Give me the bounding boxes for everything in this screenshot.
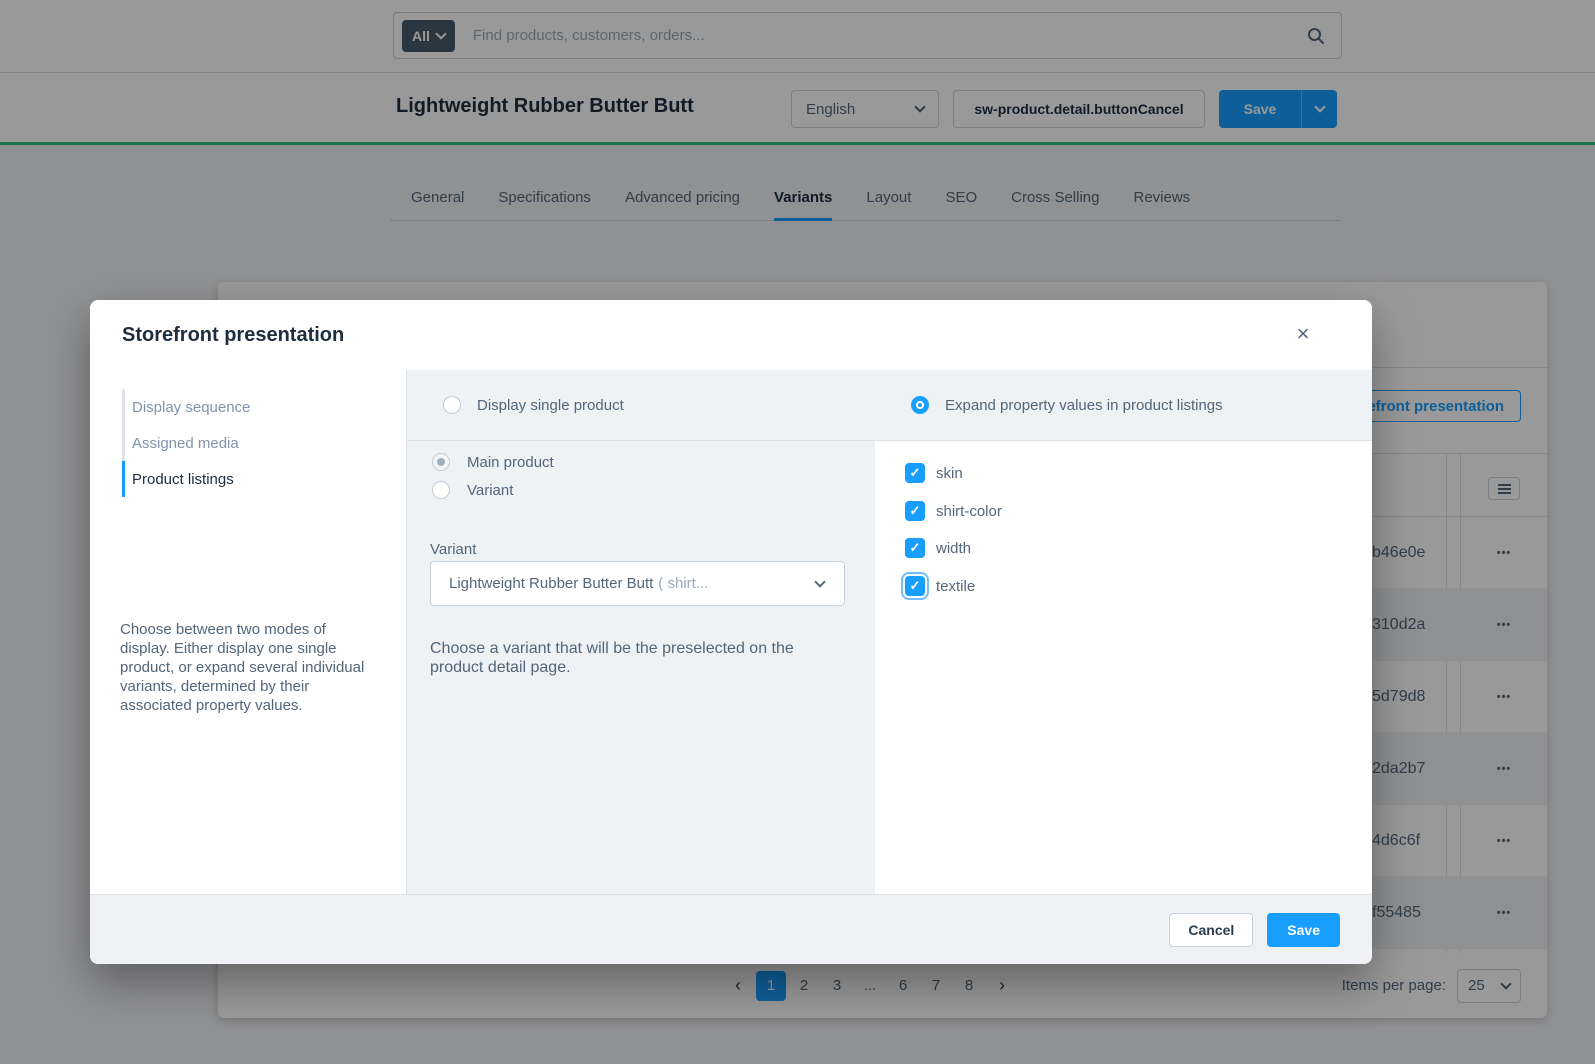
- textile-checkbox[interactable]: ✓: [905, 576, 925, 596]
- modal-sidebar: Display sequence Assigned media Product …: [90, 370, 407, 894]
- modal-sidebar-nav: Display sequence Assigned media Product …: [122, 389, 250, 497]
- expand-properties-radio[interactable]: [911, 396, 929, 414]
- variant-radio-label: Variant: [467, 482, 513, 499]
- main-product-option: Main product: [432, 453, 554, 471]
- single-product-radio[interactable]: [443, 396, 461, 414]
- storefront-presentation-modal: Storefront presentation × Display sequen…: [90, 300, 1372, 964]
- skin-checkbox[interactable]: ✓: [905, 463, 925, 483]
- modal-cancel-button[interactable]: Cancel: [1169, 913, 1253, 947]
- property-option-shirt-color: ✓ shirt-color: [905, 501, 1002, 521]
- variant-select-value: Lightweight Rubber Butter Butt: [449, 575, 653, 592]
- property-option-skin: ✓ skin: [905, 463, 963, 483]
- chevron-down-icon: [814, 576, 825, 587]
- single-product-column: Display single product Main product Vari…: [407, 370, 875, 894]
- sidebar-item-product-listings[interactable]: Product listings: [122, 461, 250, 497]
- variant-select-hint: ( shirt...: [658, 575, 708, 592]
- main-product-radio[interactable]: [432, 453, 450, 471]
- main-product-label: Main product: [467, 454, 554, 471]
- shopware-admin: All Lightweight Rubber Butter Butt Engli…: [0, 0, 1595, 1064]
- sidebar-item-assigned-media[interactable]: Assigned media: [122, 425, 250, 461]
- property-option-textile: ✓ textile: [905, 576, 975, 596]
- skin-label: skin: [936, 465, 963, 482]
- modal-save-button[interactable]: Save: [1267, 913, 1340, 947]
- expand-properties-column: Expand property values in product listin…: [875, 370, 1372, 894]
- textile-label: textile: [936, 578, 975, 595]
- mode-description: Choose between two modes of display. Eit…: [120, 620, 378, 715]
- modal-body: Display sequence Assigned media Product …: [90, 370, 1372, 894]
- shirt-color-label: shirt-color: [936, 503, 1002, 520]
- variant-field-label: Variant: [430, 541, 476, 558]
- modal-footer: Cancel Save: [90, 894, 1372, 964]
- modal-header: Storefront presentation: [90, 300, 1372, 370]
- width-checkbox[interactable]: ✓: [905, 538, 925, 558]
- shirt-color-checkbox[interactable]: ✓: [905, 501, 925, 521]
- close-icon[interactable]: ×: [1289, 320, 1317, 348]
- single-product-mode-header: Display single product: [407, 370, 875, 441]
- variant-select[interactable]: Lightweight Rubber Butter Butt ( shirt..…: [430, 561, 845, 606]
- variant-helper-text: Choose a variant that will be the presel…: [430, 639, 830, 677]
- expand-properties-radio-label: Expand property values in product listin…: [945, 397, 1223, 414]
- width-label: width: [936, 540, 971, 557]
- expand-mode-header: Expand property values in product listin…: [875, 370, 1372, 441]
- variant-option: Variant: [432, 481, 513, 499]
- property-option-width: ✓ width: [905, 538, 971, 558]
- modal-title: Storefront presentation: [122, 324, 344, 347]
- variant-radio[interactable]: [432, 481, 450, 499]
- single-product-radio-label: Display single product: [477, 397, 624, 414]
- sidebar-item-display-sequence[interactable]: Display sequence: [122, 389, 250, 425]
